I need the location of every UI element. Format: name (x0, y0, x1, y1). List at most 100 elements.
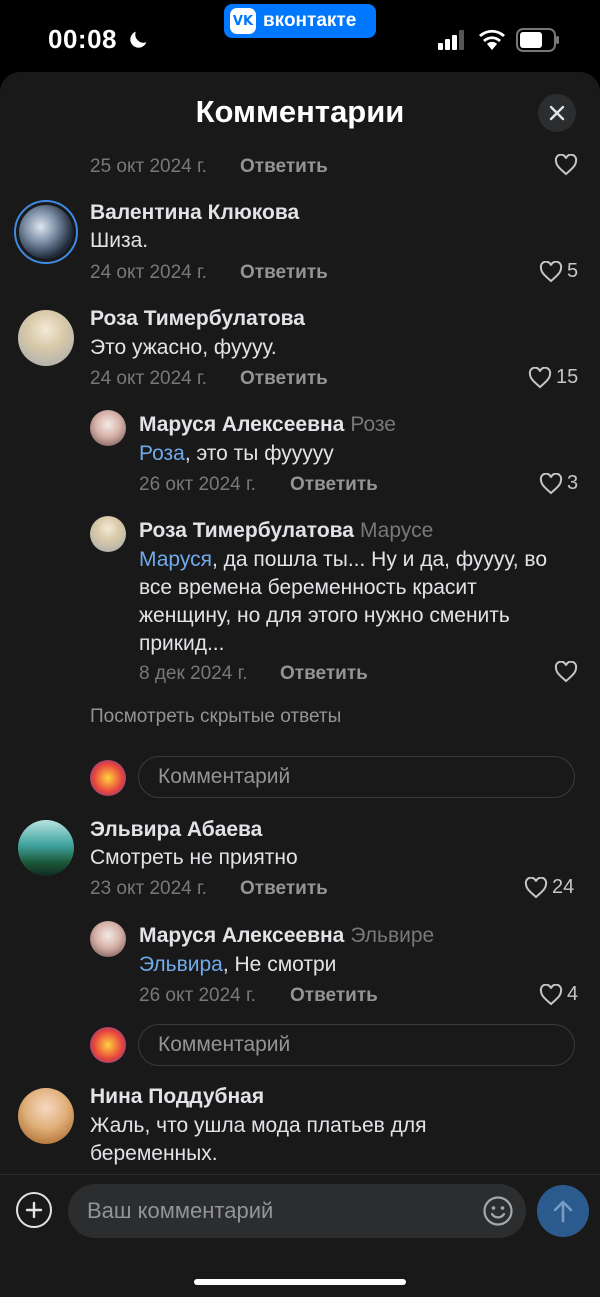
comment-author[interactable]: Валентина Клюкова (90, 201, 299, 225)
reply-button[interactable]: Ответить (290, 985, 378, 1007)
comment-date: 25 окт 2024 г. (90, 156, 207, 177)
current-user-avatar (90, 1027, 126, 1063)
comment-text-body: , Не смотри (222, 953, 337, 976)
like-count: 5 (567, 260, 579, 282)
comment-author[interactable]: Роза Тимербулатова (90, 307, 305, 331)
reply-comment-input[interactable]: Комментарий (138, 1024, 575, 1066)
like-count: 4 (567, 983, 579, 1005)
sheet-title: Комментарии (195, 94, 405, 129)
emoji-icon[interactable] (482, 1195, 514, 1227)
comment-text: Смотреть не приятно (90, 846, 298, 869)
heart-icon (539, 260, 563, 282)
reply-button[interactable]: Ответить (240, 156, 328, 178)
reply-comment-input[interactable]: Комментарий (138, 756, 575, 798)
reply-button[interactable]: Ответить (240, 878, 328, 900)
avatar[interactable] (90, 516, 126, 552)
comment-text: Маруся, да пошла ты... Ну и да, фуууу, в… (139, 546, 579, 658)
app-pill-label: вконтакте (263, 10, 357, 31)
avatar[interactable] (14, 200, 78, 264)
author-name: Маруся Алексеевна (139, 924, 345, 947)
comment-date: 8 дек 2024 г. (139, 663, 248, 684)
comments-sheet: Комментарии 25 окт 2024 г. Ответить Вале… (0, 72, 600, 1297)
comment-text: Это ужасно, фуууу. (90, 336, 277, 359)
reply-to: Марусе (359, 519, 434, 542)
heart-icon (539, 983, 563, 1005)
status-time: 00:08 (48, 24, 117, 54)
heart-icon (524, 876, 548, 898)
like-button[interactable]: 15 (528, 366, 578, 389)
comment-author[interactable]: Маруся Алексеевна Эльвире (139, 924, 434, 948)
like-count: 3 (567, 472, 579, 494)
send-icon (553, 1200, 573, 1223)
comment-date: 24 окт 2024 г. (90, 368, 207, 389)
avatar[interactable] (18, 820, 74, 876)
comment-input-placeholder: Ваш комментарий (87, 1198, 274, 1223)
comment-date: 24 окт 2024 г. (90, 262, 207, 283)
heart-icon (554, 661, 578, 683)
comment-line: Маруся, да пошла ты... Ну и да, фуууу, в… (139, 546, 579, 574)
like-button[interactable] (554, 661, 578, 683)
mention-link[interactable]: Маруся (139, 548, 212, 571)
composer-bar: Ваш комментарий (0, 1174, 600, 1297)
like-count: 24 (552, 876, 575, 898)
like-button[interactable]: 4 (539, 983, 578, 1006)
signal-icon (438, 30, 464, 50)
comment-text-body: , да пошла ты... Ну и да, фуууу, во (212, 548, 548, 571)
comment-text-body: , это ты фууууу (184, 442, 334, 465)
close-button[interactable] (538, 94, 576, 132)
vk-logo: VK (230, 8, 256, 34)
moon-icon (130, 31, 147, 48)
comment-line: все времена беременность красит (139, 576, 477, 599)
mention-link[interactable]: Эльвира (139, 953, 223, 976)
home-indicator (194, 1279, 406, 1285)
comment-line: Жаль, что ушла мода платьев для (90, 1114, 427, 1137)
like-count: 15 (556, 366, 579, 388)
comment-date: 23 окт 2024 г. (90, 878, 207, 899)
comment-text: Шиза. (90, 229, 149, 252)
comment-line: прикид... (139, 632, 225, 655)
comment-text: Жаль, что ушла мода платьев для беременн… (90, 1112, 570, 1168)
like-button[interactable]: 5 (539, 260, 578, 283)
author-name: Маруся Алексеевна (139, 413, 345, 436)
comment-text: Роза, это ты фууууу (139, 440, 334, 468)
comment-author[interactable]: Роза Тимербулатова Марусе (139, 519, 433, 543)
show-hidden-replies-link[interactable]: Посмотреть скрытые ответы (90, 706, 341, 728)
reply-button[interactable]: Ответить (280, 663, 368, 685)
comment-line: женщину, но для этого нужно сменить (139, 604, 510, 627)
like-button[interactable]: 3 (539, 472, 578, 495)
heart-icon (528, 366, 552, 388)
comment-date: 26 окт 2024 г. (139, 985, 256, 1006)
wifi-icon (479, 29, 505, 50)
status-bar: 00:08 VK вконтакте (0, 0, 600, 80)
current-user-avatar (90, 760, 126, 796)
reply-button[interactable]: Ответить (240, 368, 328, 390)
plus-icon (25, 1201, 43, 1219)
battery-icon (516, 28, 559, 52)
mention-link[interactable]: Роза (139, 442, 185, 465)
close-icon (549, 105, 565, 121)
comment-date: 26 окт 2024 г. (139, 474, 256, 495)
avatar[interactable] (90, 921, 126, 957)
reply-to: Розе (350, 413, 396, 436)
heart-icon (539, 472, 563, 494)
comment-author[interactable]: Эльвира Абаева (90, 818, 262, 842)
author-name: Роза Тимербулатова (139, 519, 354, 542)
app-pill[interactable]: VK вконтакте (224, 4, 376, 38)
comment-text: Эльвира, Не смотри (139, 951, 336, 979)
heart-icon (554, 154, 578, 176)
avatar[interactable] (90, 410, 126, 446)
reply-to: Эльвире (350, 924, 435, 947)
comment-author[interactable]: Маруся Алексеевна Розе (139, 413, 396, 437)
attach-button[interactable] (16, 1192, 52, 1228)
avatar[interactable] (18, 1088, 74, 1144)
reply-button[interactable]: Ответить (240, 262, 328, 284)
comment-line: беременных. (90, 1142, 218, 1165)
reply-button[interactable]: Ответить (290, 474, 378, 496)
like-button[interactable] (554, 154, 578, 176)
avatar-image (19, 205, 73, 259)
like-button[interactable]: 24 (524, 876, 574, 899)
avatar[interactable] (18, 310, 74, 366)
comment-author[interactable]: Нина Поддубная (90, 1085, 264, 1109)
comment-input[interactable]: Ваш комментарий (68, 1184, 526, 1238)
send-button[interactable] (537, 1185, 589, 1237)
